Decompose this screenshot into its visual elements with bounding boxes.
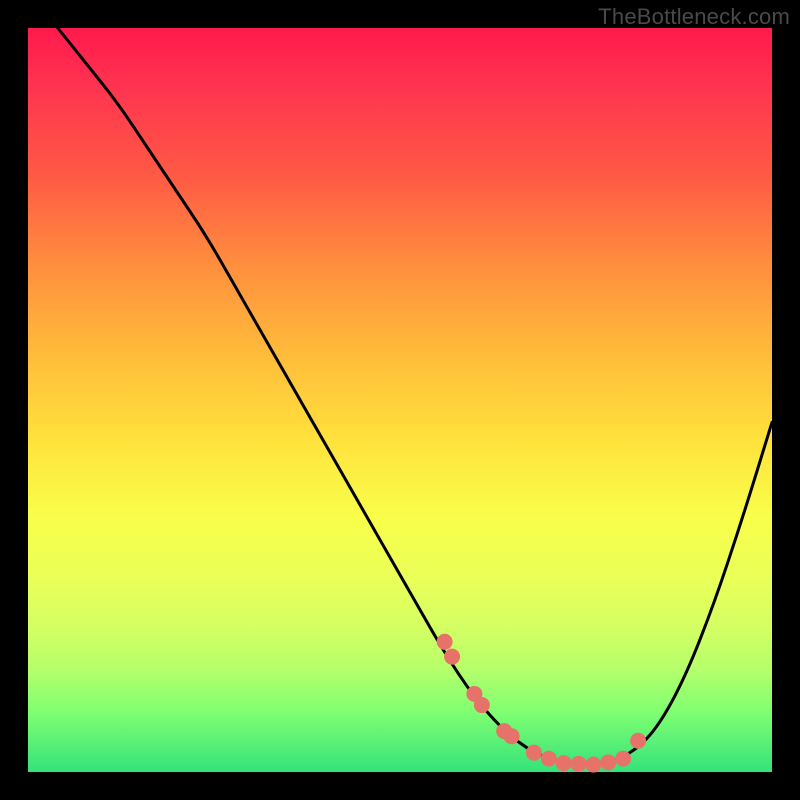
chart-svg	[28, 28, 772, 772]
watermark-text: TheBottleneck.com	[598, 4, 790, 30]
data-point	[556, 755, 572, 771]
data-point	[600, 754, 616, 770]
data-point	[571, 756, 587, 772]
data-point	[630, 733, 646, 749]
data-point	[437, 634, 453, 650]
bottleneck-curve	[58, 28, 772, 764]
data-point	[526, 745, 542, 761]
data-point	[585, 757, 601, 773]
data-point	[541, 751, 557, 767]
data-point	[615, 751, 631, 767]
data-points	[437, 634, 646, 773]
data-point	[444, 649, 460, 665]
data-point	[504, 728, 520, 744]
chart-area	[28, 28, 772, 772]
data-point	[474, 697, 490, 713]
